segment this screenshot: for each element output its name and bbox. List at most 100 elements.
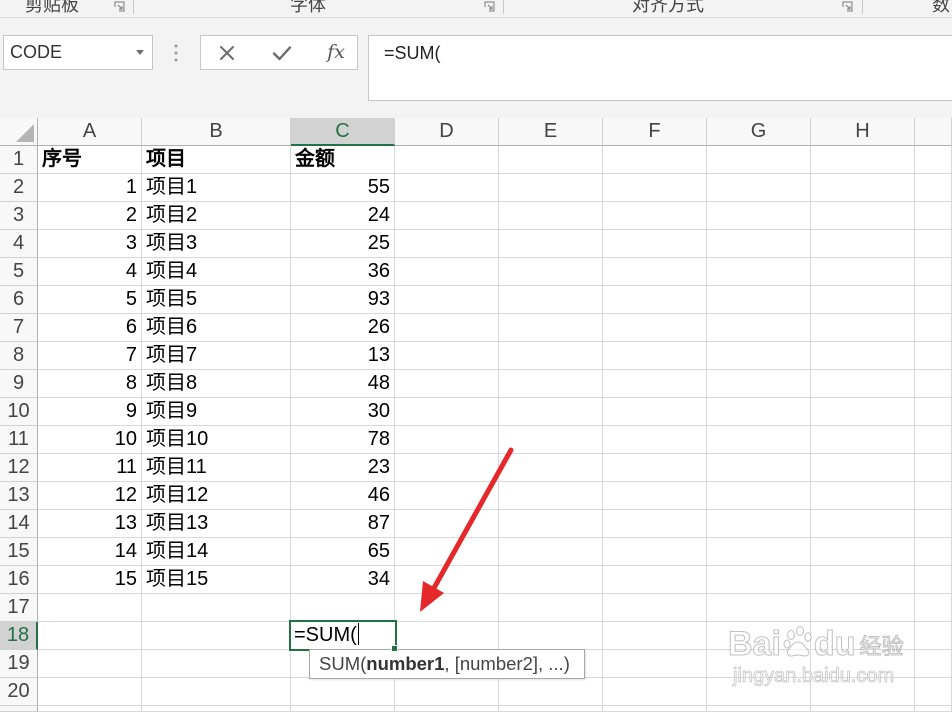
tooltip-remaining-arguments[interactable]: , [number2], ...) (444, 653, 569, 674)
chevron-down-icon[interactable] (136, 50, 144, 55)
cell-a5[interactable]: 4 (38, 258, 142, 286)
cell-a9[interactable]: 8 (38, 370, 142, 398)
cell-c5[interactable]: 36 (291, 258, 395, 286)
row-header-partial[interactable] (0, 706, 38, 712)
cell-e17[interactable] (499, 594, 603, 622)
cell-g9[interactable] (707, 370, 811, 398)
cell-d15[interactable] (395, 538, 499, 566)
cell-i9[interactable] (915, 370, 952, 398)
cell-d11[interactable] (395, 426, 499, 454)
cell-f10[interactable] (603, 398, 707, 426)
cell-e8[interactable] (499, 342, 603, 370)
cell-g4[interactable] (707, 230, 811, 258)
cell-i10[interactable] (915, 398, 952, 426)
tooltip-current-argument[interactable]: number1 (366, 653, 444, 674)
cell-a19[interactable] (38, 650, 142, 678)
cell-b14[interactable]: 项目13 (142, 510, 291, 538)
cell-partial-row[interactable] (603, 706, 707, 712)
cell-g6[interactable] (707, 286, 811, 314)
row-header-18[interactable]: 18 (0, 622, 38, 650)
cell-f7[interactable] (603, 314, 707, 342)
row-header-17[interactable]: 17 (0, 594, 38, 622)
cell-partial-row[interactable] (811, 706, 915, 712)
clipboard-dialog-launcher-icon[interactable] (114, 1, 125, 12)
cell-e15[interactable] (499, 538, 603, 566)
cell-f6[interactable] (603, 286, 707, 314)
cell-e6[interactable] (499, 286, 603, 314)
cell-d20[interactable] (395, 678, 499, 706)
cell-e1[interactable] (499, 146, 603, 174)
cell-h11[interactable] (811, 426, 915, 454)
cell-h5[interactable] (811, 258, 915, 286)
cell-h12[interactable] (811, 454, 915, 482)
cell-b3[interactable]: 项目2 (142, 202, 291, 230)
cell-c10[interactable]: 30 (291, 398, 395, 426)
row-header-4[interactable]: 4 (0, 230, 38, 258)
cell-b17[interactable] (142, 594, 291, 622)
cell-f9[interactable] (603, 370, 707, 398)
column-header-e[interactable]: E (499, 118, 603, 146)
cell-c9[interactable]: 48 (291, 370, 395, 398)
cell-i3[interactable] (915, 202, 952, 230)
cell-e18[interactable] (499, 622, 603, 650)
cell-i5[interactable] (915, 258, 952, 286)
cell-f2[interactable] (603, 174, 707, 202)
cell-d6[interactable] (395, 286, 499, 314)
cell-e20[interactable] (499, 678, 603, 706)
cell-c12[interactable]: 23 (291, 454, 395, 482)
cell-partial-row[interactable] (142, 706, 291, 712)
cell-h8[interactable] (811, 342, 915, 370)
cell-c20[interactable] (291, 678, 395, 706)
cell-e12[interactable] (499, 454, 603, 482)
cell-c6[interactable]: 93 (291, 286, 395, 314)
cell-i1[interactable] (915, 146, 952, 174)
cell-b4[interactable]: 项目3 (142, 230, 291, 258)
cell-a8[interactable]: 7 (38, 342, 142, 370)
active-cell-editor[interactable]: =SUM( (289, 620, 397, 651)
row-header-9[interactable]: 9 (0, 370, 38, 398)
cell-b11[interactable]: 项目10 (142, 426, 291, 454)
alignment-dialog-launcher-icon[interactable] (842, 1, 853, 12)
cell-a2[interactable]: 1 (38, 174, 142, 202)
cell-f14[interactable] (603, 510, 707, 538)
column-header-g[interactable]: G (707, 118, 811, 146)
cell-partial-row[interactable] (38, 706, 142, 712)
cell-b19[interactable] (142, 650, 291, 678)
cell-d1[interactable] (395, 146, 499, 174)
row-header-5[interactable]: 5 (0, 258, 38, 286)
cell-h13[interactable] (811, 482, 915, 510)
cell-e14[interactable] (499, 510, 603, 538)
cell-i13[interactable] (915, 482, 952, 510)
cell-f11[interactable] (603, 426, 707, 454)
cell-d17[interactable] (395, 594, 499, 622)
cell-c7[interactable]: 26 (291, 314, 395, 342)
cell-c13[interactable]: 46 (291, 482, 395, 510)
cell-h15[interactable] (811, 538, 915, 566)
cell-e9[interactable] (499, 370, 603, 398)
cell-f15[interactable] (603, 538, 707, 566)
cell-f13[interactable] (603, 482, 707, 510)
cell-c14[interactable]: 87 (291, 510, 395, 538)
cell-b1[interactable]: 项目 (142, 146, 291, 174)
cell-a6[interactable]: 5 (38, 286, 142, 314)
row-header-8[interactable]: 8 (0, 342, 38, 370)
cell-f19[interactable] (603, 650, 707, 678)
cell-a1[interactable]: 序号 (38, 146, 142, 174)
cell-e5[interactable] (499, 258, 603, 286)
cell-c17[interactable] (291, 594, 395, 622)
cell-b2[interactable]: 项目1 (142, 174, 291, 202)
cell-b10[interactable]: 项目9 (142, 398, 291, 426)
cell-g8[interactable] (707, 342, 811, 370)
cell-c2[interactable]: 55 (291, 174, 395, 202)
cell-i2[interactable] (915, 174, 952, 202)
cell-i7[interactable] (915, 314, 952, 342)
row-header-13[interactable]: 13 (0, 482, 38, 510)
cell-c11[interactable]: 78 (291, 426, 395, 454)
formula-input[interactable]: =SUM( (368, 35, 952, 101)
cell-i15[interactable] (915, 538, 952, 566)
cell-a18[interactable] (38, 622, 142, 650)
cell-g15[interactable] (707, 538, 811, 566)
cell-a7[interactable]: 6 (38, 314, 142, 342)
column-header-d[interactable]: D (395, 118, 499, 146)
row-header-19[interactable]: 19 (0, 650, 38, 678)
